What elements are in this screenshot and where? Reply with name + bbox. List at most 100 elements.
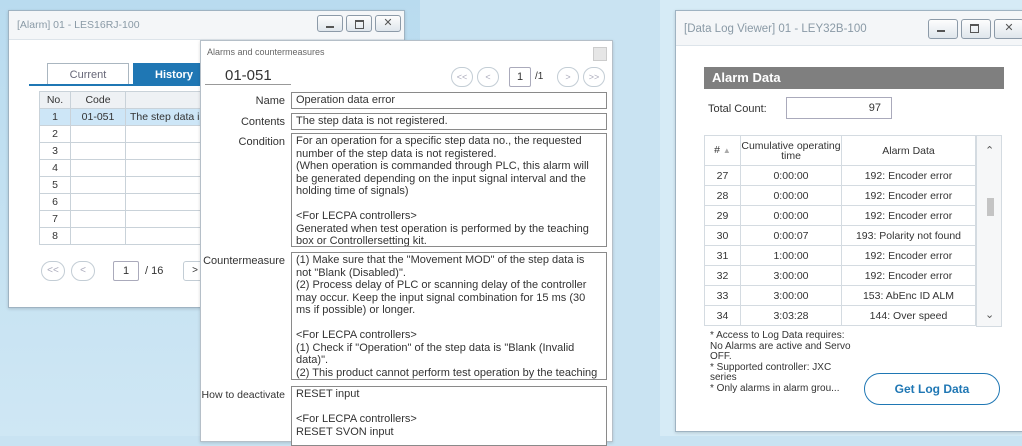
- countermeasure-dialog: Alarms and countermeasures 01-051 << < 1…: [200, 40, 613, 446]
- row-num: 31: [704, 245, 741, 266]
- row-code: [70, 193, 126, 211]
- contents-value: The step data is not registered.: [291, 113, 607, 130]
- pager-first-button[interactable]: <<: [41, 261, 65, 281]
- dialog-pager-last[interactable]: >>: [583, 67, 605, 87]
- row-no: 2: [39, 125, 71, 143]
- minimize-button[interactable]: [928, 19, 958, 39]
- row-time: 3:03:28: [740, 305, 842, 326]
- sort-asc-icon: ▲: [722, 146, 731, 155]
- row-no: 3: [39, 142, 71, 160]
- alarm-data-title: Alarm Data: [712, 70, 781, 85]
- pager-prev-button[interactable]: <: [71, 261, 95, 281]
- row-no: 7: [39, 210, 71, 228]
- row-num: 33: [704, 285, 741, 306]
- get-log-data-label: Get Log Data: [894, 382, 970, 396]
- condition-value: For an operation for a specific step dat…: [291, 133, 607, 247]
- alarm-data-header: Alarm Data: [704, 67, 1004, 89]
- scrollbar-thumb[interactable]: [987, 198, 994, 216]
- row-num: 28: [704, 185, 741, 206]
- row-alarm: 192: Encoder error: [841, 185, 976, 206]
- close-button[interactable]: ✕: [994, 19, 1022, 39]
- column-header-num[interactable]: # ▲: [704, 135, 741, 166]
- pager-page-input[interactable]: 1: [113, 261, 139, 281]
- maximize-button[interactable]: [961, 19, 991, 39]
- column-header-no[interactable]: No.: [39, 91, 71, 109]
- row-no: 5: [39, 176, 71, 194]
- row-time: 0:00:00: [740, 185, 842, 206]
- row-no: 8: [39, 227, 71, 245]
- minimize-button[interactable]: [317, 15, 343, 32]
- tab-current[interactable]: Current: [47, 63, 129, 85]
- alarm-code: 01-051: [225, 67, 272, 84]
- row-num: 27: [704, 165, 741, 186]
- label-name: Name: [255, 95, 285, 107]
- row-code: [70, 176, 126, 194]
- dialog-pager-total: /1: [535, 71, 544, 82]
- row-alarm: 192: Encoder error: [841, 165, 976, 186]
- row-no: 4: [39, 159, 71, 177]
- total-count-field: 97: [786, 97, 892, 119]
- row-alarm: 192: Encoder error: [841, 205, 976, 226]
- scroll-down-icon[interactable]: ⌄: [985, 308, 994, 321]
- deactivate-value: RESET input <For LECPA controllers> RESE…: [291, 386, 607, 446]
- row-alarm: 193: Polarity not found: [841, 225, 976, 246]
- table-row[interactable]: 28 0:00:00 192: Encoder error: [704, 185, 976, 206]
- label-condition: Condition: [238, 136, 285, 148]
- scroll-up-icon[interactable]: ⌃: [985, 144, 994, 157]
- get-log-data-button[interactable]: Get Log Data: [864, 373, 1000, 405]
- row-alarm: 153: AbEnc ID ALM: [841, 285, 976, 306]
- close-button[interactable]: ✕: [375, 15, 401, 32]
- row-time: 3:00:00: [740, 265, 842, 286]
- datalog-titlebar[interactable]: [Data Log Viewer] 01 - LEY32B-100 ✕: [676, 11, 1022, 46]
- datalog-window: [Data Log Viewer] 01 - LEY32B-100 ✕ Alar…: [675, 10, 1022, 432]
- table-scrollbar[interactable]: ⌃ ⌄: [976, 135, 1002, 327]
- row-time: 3:00:00: [740, 285, 842, 306]
- row-time: 0:00:07: [740, 225, 842, 246]
- row-num: 30: [704, 225, 741, 246]
- alarm-window-titlebar[interactable]: [Alarm] 01 - LES16RJ-100 ✕: [9, 11, 404, 40]
- alarm-window-title: [Alarm] 01 - LES16RJ-100: [17, 19, 140, 31]
- table-row[interactable]: 30 0:00:07 193: Polarity not found: [704, 225, 976, 246]
- dialog-pager-page[interactable]: 1: [509, 67, 531, 87]
- table-row[interactable]: 29 0:00:00 192: Encoder error: [704, 205, 976, 226]
- label-contents: Contents: [240, 116, 285, 128]
- pager-total: / 16: [145, 265, 164, 277]
- table-row[interactable]: 32 3:00:00 192: Encoder error: [704, 265, 976, 286]
- row-time: 0:00:00: [740, 165, 842, 186]
- row-alarm: 192: Encoder error: [841, 245, 976, 266]
- alarm-data-table: # ▲ Cumulative operating time Alarm Data…: [704, 135, 976, 326]
- column-header-time[interactable]: Cumulative operating time: [740, 135, 842, 166]
- label-deactivate: How to deactivate: [201, 389, 285, 401]
- row-code: [70, 142, 126, 160]
- notes-text: * Access to Log Data requires: No Alarms…: [710, 330, 851, 394]
- label-countermeasure: Countermeasure: [203, 255, 285, 267]
- row-code: [70, 210, 126, 228]
- table-row[interactable]: 33 3:00:00 153: AbEnc ID ALM: [704, 285, 976, 306]
- row-num: 34: [704, 305, 741, 326]
- countermeasure-value: (1) Make sure that the "Movement MOD" of…: [291, 252, 607, 380]
- row-code: [70, 159, 126, 177]
- row-no: 1: [39, 108, 71, 126]
- dialog-pager-prev[interactable]: <: [477, 67, 499, 87]
- row-code: [70, 125, 126, 143]
- column-header-alarm[interactable]: Alarm Data: [841, 135, 976, 166]
- maximize-button[interactable]: [346, 15, 372, 32]
- dialog-pager-next[interactable]: >: [557, 67, 579, 87]
- row-alarm: 144: Over speed: [841, 305, 976, 326]
- row-alarm: 192: Encoder error: [841, 265, 976, 286]
- table-row[interactable]: 27 0:00:00 192: Encoder error: [704, 165, 976, 186]
- row-time: 1:00:00: [740, 245, 842, 266]
- code-field: 01-051: [205, 65, 291, 85]
- name-value: Operation data error: [291, 92, 607, 109]
- dialog-pager-first[interactable]: <<: [451, 67, 473, 87]
- row-code: [70, 227, 126, 245]
- total-count-label: Total Count:: [708, 103, 767, 115]
- table-row[interactable]: 31 1:00:00 192: Encoder error: [704, 245, 976, 266]
- dialog-close-button[interactable]: [593, 47, 607, 61]
- column-header-code[interactable]: Code: [70, 91, 126, 109]
- row-num: 29: [704, 205, 741, 226]
- table-row[interactable]: 34 3:03:28 144: Over speed: [704, 305, 976, 326]
- row-num: 32: [704, 265, 741, 286]
- row-no: 6: [39, 193, 71, 211]
- datalog-title: [Data Log Viewer] 01 - LEY32B-100: [684, 23, 867, 35]
